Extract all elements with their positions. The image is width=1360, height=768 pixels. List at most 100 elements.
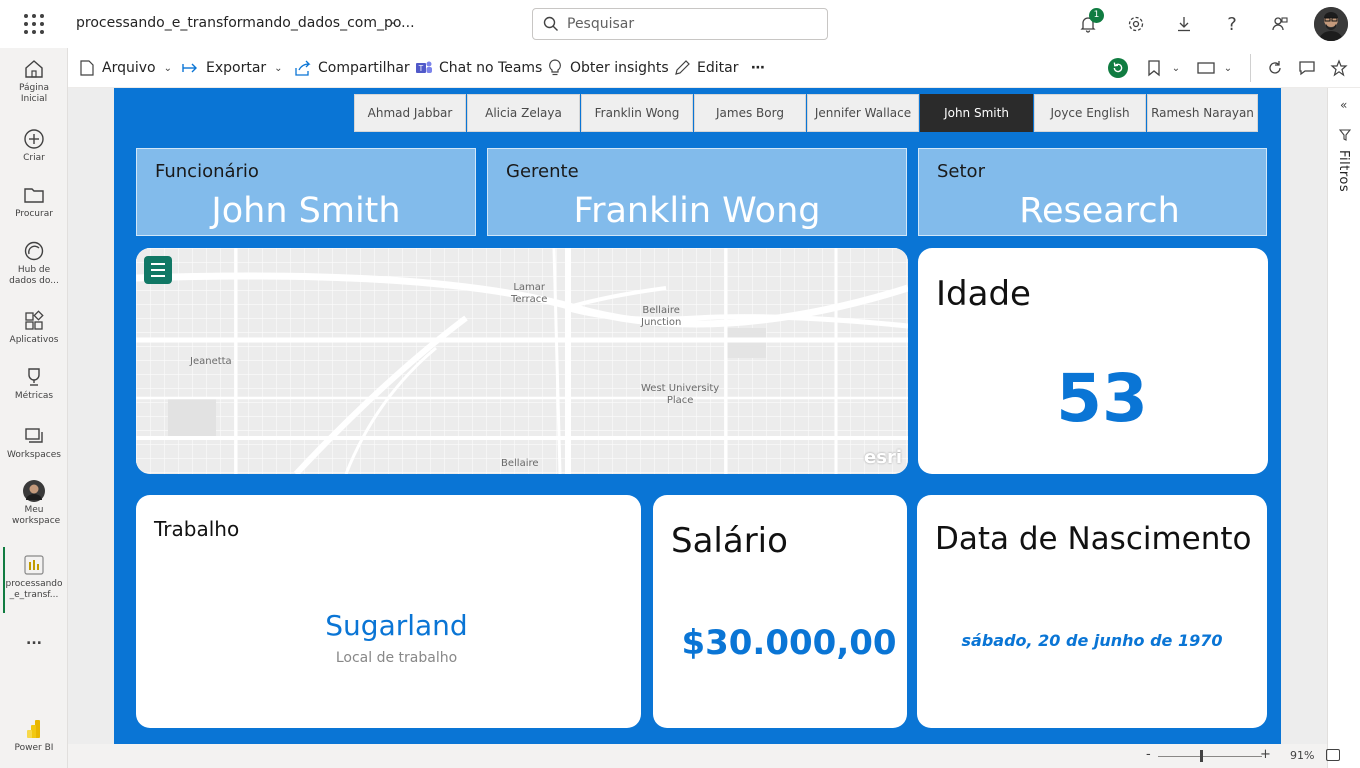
zoom-out-button[interactable]: - xyxy=(1146,747,1151,762)
filters-label: Filtros xyxy=(1336,150,1351,193)
map-label-bellaire-junction: Bellaire Junction xyxy=(641,305,682,328)
filters-pane[interactable]: « Filtros xyxy=(1327,88,1360,768)
insights-label: Obter insights xyxy=(570,60,669,76)
kpi-card-manager[interactable]: Gerente Franklin Wong xyxy=(487,148,907,236)
zoom-in-button[interactable]: + xyxy=(1260,747,1271,762)
export-button[interactable]: Exportar ⌄ xyxy=(182,58,283,78)
teams-icon: T xyxy=(415,59,433,77)
svg-text:T: T xyxy=(419,64,424,73)
slicer-item-joyce-english[interactable]: Joyce English xyxy=(1034,94,1146,132)
nav-label: Aplicativos xyxy=(9,335,59,345)
edit-button[interactable]: Editar xyxy=(673,58,738,78)
map-menu-button[interactable] xyxy=(144,256,172,284)
work-location-card[interactable]: Trabalho Sugarland Local de trabalho xyxy=(136,495,641,728)
reset-icon[interactable] xyxy=(1108,58,1128,78)
zoom-slider-thumb[interactable] xyxy=(1200,750,1203,762)
share-people-icon[interactable] xyxy=(1268,12,1292,36)
export-icon xyxy=(182,59,200,77)
zoom-slider[interactable] xyxy=(1158,756,1262,757)
insights-button[interactable]: Obter insights xyxy=(546,58,669,78)
zoom-level: 91% xyxy=(1290,749,1315,762)
slicer-item-alicia-zelaya[interactable]: Alicia Zelaya xyxy=(467,94,580,132)
chevron-down-icon[interactable]: ⌄ xyxy=(1218,58,1238,78)
help-icon[interactable]: ? xyxy=(1220,12,1244,36)
nav-data-hub[interactable]: Hub de dados do... xyxy=(0,240,68,287)
collapse-chevron-icon[interactable]: « xyxy=(1340,98,1347,112)
file-menu-label: Arquivo xyxy=(102,60,156,76)
left-navigation: Página Inicial Criar Procurar Hub de dad… xyxy=(0,48,68,768)
nav-apps[interactable]: Aplicativos xyxy=(0,310,68,346)
map-label-bellaire: Bellaire xyxy=(501,458,539,469)
chevron-down-icon[interactable]: ⌄ xyxy=(1166,58,1186,78)
search-input[interactable]: Pesquisar xyxy=(532,8,828,40)
toolbar-divider xyxy=(1250,54,1251,82)
chevron-down-icon: ⌄ xyxy=(163,62,172,74)
search-placeholder: Pesquisar xyxy=(567,16,635,32)
nav-metrics[interactable]: Métricas xyxy=(0,366,68,402)
chat-teams-label: Chat no Teams xyxy=(439,60,543,76)
nav-label: Criar xyxy=(23,153,45,163)
nav-home[interactable]: Página Inicial xyxy=(0,58,68,105)
app-launcher-icon[interactable] xyxy=(22,12,46,36)
notification-badge: 1 xyxy=(1089,8,1104,23)
nav-create[interactable]: Criar xyxy=(0,128,68,164)
document-title[interactable]: processando_e_transformando_dados_com_po… xyxy=(76,15,415,31)
star-icon[interactable] xyxy=(1329,58,1349,78)
trophy-icon xyxy=(28,368,40,386)
powerbi-logo-icon xyxy=(27,720,40,738)
salary-card[interactable]: Salário $30.000,00 xyxy=(653,495,907,728)
kpi-label: Gerente xyxy=(506,161,579,182)
map-visual[interactable]: Lamar Terrace Bellaire Junction Jeanetta W… xyxy=(136,248,908,474)
kpi-value: Franklin Wong xyxy=(573,191,821,231)
kpi-value: John Smith xyxy=(211,191,401,231)
kpi-value: Research xyxy=(1019,191,1180,231)
avatar xyxy=(23,480,45,502)
age-card[interactable]: Idade 53 xyxy=(918,248,1268,474)
plus-circle-icon xyxy=(24,129,44,149)
kpi-card-employee[interactable]: Funcionário John Smith xyxy=(136,148,476,236)
top-header: processando_e_transformando_dados_com_po… xyxy=(0,0,1360,48)
nav-more-icon[interactable]: ... xyxy=(0,632,68,648)
kpi-card-department[interactable]: Setor Research xyxy=(918,148,1267,236)
nav-browse[interactable]: Procurar xyxy=(0,184,68,220)
slicer-item-jennifer-wallace[interactable]: Jennifer Wallace xyxy=(807,94,919,132)
chevron-down-icon: ⌄ xyxy=(274,62,283,74)
filter-icon xyxy=(1339,129,1351,141)
fit-to-page-icon[interactable] xyxy=(1326,749,1340,761)
slicer-item-john-smith[interactable]: John Smith xyxy=(920,94,1033,132)
comment-icon[interactable] xyxy=(1297,58,1317,78)
download-icon[interactable] xyxy=(1172,12,1196,36)
map-label-west-university: West University Place xyxy=(641,383,720,406)
share-label: Compartilhar xyxy=(318,60,410,76)
slicer-item-franklin-wong[interactable]: Franklin Wong xyxy=(581,94,693,132)
file-menu-button[interactable]: Arquivo ⌄ xyxy=(78,58,172,78)
map-label-jeanetta: Jeanetta xyxy=(190,356,232,367)
gear-icon[interactable] xyxy=(1124,12,1148,36)
chevron-down-icon[interactable]: ⌄ xyxy=(388,13,398,27)
nav-workspaces[interactable]: Workspaces xyxy=(0,425,68,461)
age-value: 53 xyxy=(1056,360,1148,437)
avatar[interactable] xyxy=(1314,7,1348,41)
chat-teams-button[interactable]: T Chat no Teams xyxy=(415,58,542,78)
bookmark-icon[interactable] xyxy=(1144,58,1164,78)
slicer-item-james-borg[interactable]: James Borg xyxy=(694,94,806,132)
birthdate-card[interactable]: Data de Nascimento sábado, 20 de junho d… xyxy=(917,495,1267,728)
report-page: Ahmad Jabbar Alicia Zelaya Franklin Wong… xyxy=(114,88,1281,744)
slicer-item-ahmad-jabbar[interactable]: Ahmad Jabbar xyxy=(354,94,466,132)
refresh-icon[interactable] xyxy=(1265,58,1285,78)
export-label: Exportar xyxy=(206,60,267,76)
nav-current-report[interactable]: processando_e_transf... xyxy=(0,554,68,601)
esri-logo: esri xyxy=(864,447,902,468)
share-icon xyxy=(294,59,312,77)
birthdate-value: sábado, 20 de junho de 1970 xyxy=(961,631,1223,650)
view-mode-icon[interactable] xyxy=(1196,58,1216,78)
slicer-item-ramesh-narayan[interactable]: Ramesh Narayan xyxy=(1147,94,1258,132)
share-button[interactable]: Compartilhar xyxy=(294,58,410,78)
nav-my-workspace[interactable]: Meu workspace xyxy=(0,480,68,527)
work-location-value: Sugarland xyxy=(325,609,468,642)
apps-icon xyxy=(25,310,44,330)
kpi-label: Funcionário xyxy=(155,161,259,182)
nav-powerbi-brand[interactable]: Power BI xyxy=(0,718,68,754)
more-options-icon[interactable]: ⋯ xyxy=(751,58,765,78)
work-title: Trabalho xyxy=(154,517,240,541)
